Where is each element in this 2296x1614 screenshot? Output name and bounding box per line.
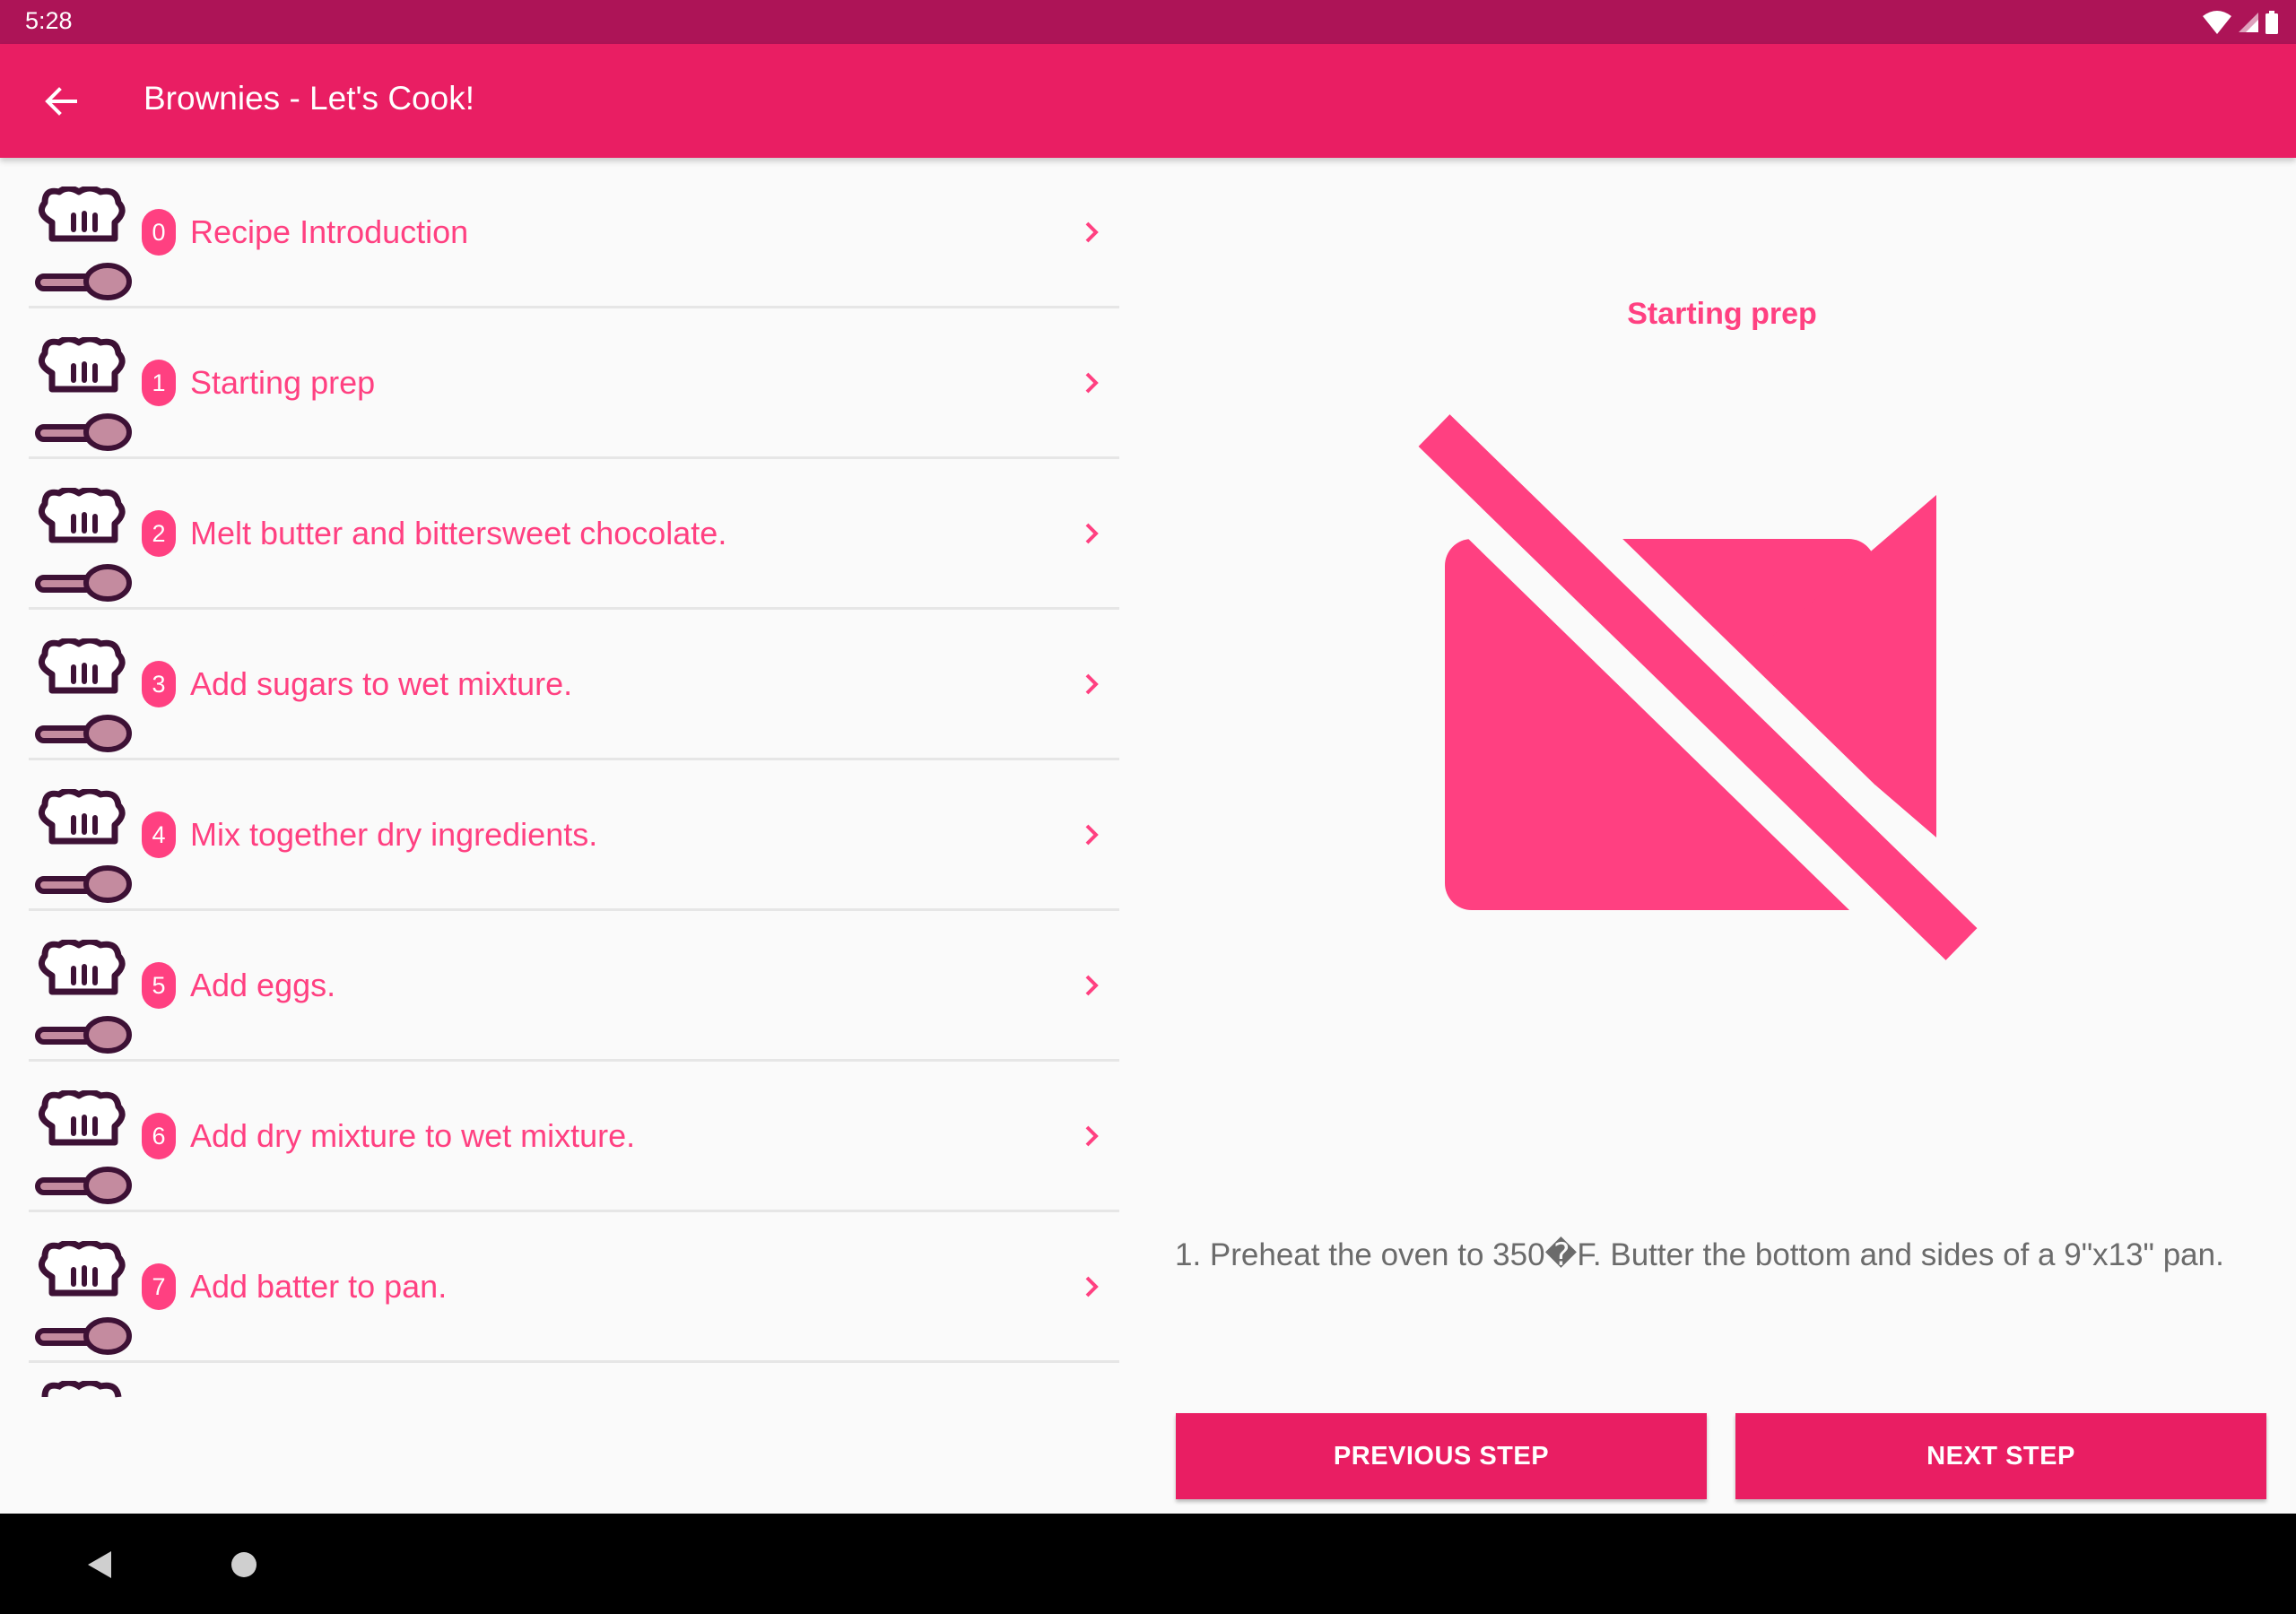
step-number-badge: 5 <box>142 961 176 1009</box>
step-label: Mix together dry ingredients. <box>190 815 598 853</box>
videocam-off-icon <box>1414 411 1997 983</box>
step-number-badge: 4 <box>142 811 176 858</box>
battery-icon <box>2266 11 2278 34</box>
status-time: 5:28 <box>25 7 73 34</box>
nav-back-icon[interactable] <box>86 1549 113 1580</box>
chevron-right-icon <box>1085 1125 1099 1146</box>
step-list-item[interactable]: 6 Add dry mixture to wet mixture. <box>29 1062 1119 1212</box>
step-list-item[interactable]: 5 Add eggs. <box>29 911 1119 1062</box>
chevron-right-icon <box>1085 824 1099 845</box>
chef-hat-spoon-icon <box>35 187 132 300</box>
chevron-right-icon <box>1085 523 1099 543</box>
step-label: Add dry mixture to wet mixture. <box>190 1116 636 1154</box>
step-number-badge: 3 <box>142 660 176 707</box>
chevron-right-icon <box>1085 1276 1099 1297</box>
arrow-back-icon <box>45 87 77 116</box>
back-button[interactable] <box>36 76 86 126</box>
step-description: 1. Preheat the oven to 350�F. Butter the… <box>1175 1237 2224 1272</box>
cell-signal-icon <box>2239 13 2258 32</box>
status-icons <box>2203 9 2278 36</box>
wifi-icon <box>2203 11 2231 34</box>
step-number-badge: 7 <box>142 1263 176 1310</box>
step-detail-pane: Starting prep 1. Preheat the oven to 350… <box>1148 158 2296 1499</box>
step-number-badge: 1 <box>142 359 176 406</box>
step-list-item[interactable]: 4 Mix together dry ingredients. <box>29 760 1119 911</box>
chevron-right-icon <box>1085 372 1099 393</box>
step-detail-title: Starting prep <box>1627 297 1817 331</box>
chevron-right-icon <box>1085 221 1099 242</box>
step-list-item[interactable]: 3 Add sugars to wet mixture. <box>29 610 1119 760</box>
step-label: Melt butter and bittersweet chocolate. <box>190 514 727 551</box>
chevron-right-icon <box>1085 975 1099 995</box>
step-list-item-partial[interactable] <box>29 1363 1119 1399</box>
steps-list[interactable]: 0 Recipe Introduction 1 Starting prep 2 … <box>29 158 1119 1401</box>
step-label: Add batter to pan. <box>190 1267 448 1305</box>
nav-home-icon[interactable] <box>230 1551 257 1578</box>
step-label: Add sugars to wet mixture. <box>190 664 573 702</box>
chef-hat-spoon-icon <box>35 1241 132 1355</box>
step-label: Starting prep <box>190 363 376 401</box>
chef-hat-spoon-icon <box>35 940 132 1054</box>
chevron-right-icon <box>1085 673 1099 694</box>
step-list-item[interactable]: 2 Melt butter and bittersweet chocolate. <box>29 459 1119 610</box>
chef-hat-spoon-icon <box>35 337 132 451</box>
chef-hat-spoon-icon <box>35 488 132 602</box>
chef-hat-spoon-icon <box>41 1381 122 1398</box>
next-step-button[interactable]: NEXT STEP <box>1735 1413 2266 1499</box>
chef-hat-spoon-icon <box>35 638 132 752</box>
status-bar: 5:28 <box>0 0 2296 44</box>
system-nav-bar <box>0 1514 2296 1614</box>
app-bar: Brownies - Let's Cook! <box>0 44 2296 158</box>
step-list-item[interactable]: 7 Add batter to pan. <box>29 1212 1119 1363</box>
step-number-badge: 0 <box>142 208 176 256</box>
step-number-badge: 6 <box>142 1112 176 1159</box>
step-list-item[interactable]: 1 Starting prep <box>29 308 1119 459</box>
page-title: Brownies - Let's Cook! <box>144 80 474 117</box>
step-list-item[interactable]: 0 Recipe Introduction <box>29 158 1119 308</box>
chef-hat-spoon-icon <box>35 789 132 903</box>
previous-step-button[interactable]: PREVIOUS STEP <box>1176 1413 1707 1499</box>
step-label: Add eggs. <box>190 966 336 1003</box>
step-number-badge: 2 <box>142 509 176 557</box>
chef-hat-spoon-icon <box>35 1090 132 1204</box>
step-label: Recipe Introduction <box>190 213 469 250</box>
